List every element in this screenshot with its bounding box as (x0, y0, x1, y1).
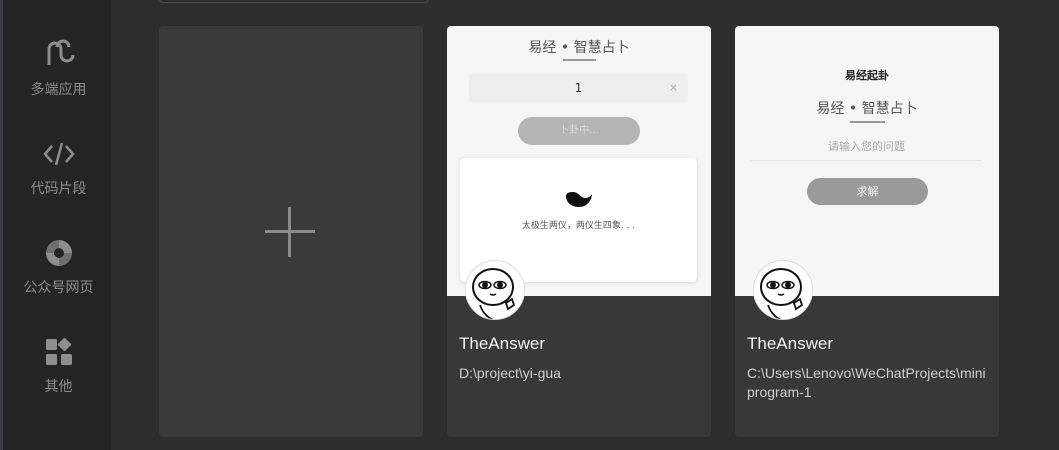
avatar-face-icon (760, 268, 804, 319)
code-icon (42, 142, 75, 166)
preview-title: 易经 • 智慧占卜 (528, 40, 630, 56)
plus-icon (265, 207, 315, 257)
clear-icon: × (668, 81, 678, 94)
avatar (753, 260, 813, 320)
preview-title: 易经 • 智慧占卜 (816, 101, 918, 117)
title-underline (563, 59, 596, 61)
sidebar-item-other[interactable]: 其他 (3, 335, 114, 396)
preview-question-input: 请输入您的问题 (751, 138, 982, 161)
sidebar-item-label: 多端应用 (30, 82, 87, 98)
project-path: D:\project\yi-gua (459, 365, 561, 381)
preview-input: 1 × (469, 74, 688, 102)
preview-heading: 易经起卦 (845, 69, 889, 82)
preview-input-value: 1 (574, 81, 583, 95)
link-icon (47, 39, 74, 65)
grid-icon (45, 337, 72, 365)
preview-solve-button: 求解 (807, 178, 928, 205)
project-preview: 易经起卦 易经 • 智慧占卜 请输入您的问题 求解 (735, 26, 999, 296)
sidebar-item-label: 公众号网页 (23, 280, 94, 296)
preview-result-text: 太极生两仪，两仪生四象. . . (521, 221, 636, 231)
sidebar-item-multi-platform[interactable]: 多端应用 (3, 38, 114, 99)
sidebar-item-label: 代码片段 (30, 181, 87, 197)
project-name: TheAnswer (459, 334, 545, 353)
avatar (465, 260, 525, 320)
sidebar: 多端应用 代码片段 公众号网页 其他 (0, 0, 111, 450)
project-name: TheAnswer (747, 334, 833, 353)
preview-button: 卜卦中... (518, 117, 640, 145)
project-card[interactable]: 易经起卦 易经 • 智慧占卜 请输入您的问题 求解 TheAnswer C:\U… (735, 26, 999, 437)
project-path: C:\Users\Lenovo\WeChatProjects\miniprogr… (747, 365, 986, 400)
search-input[interactable] (159, 0, 429, 3)
avatar-face-icon (472, 268, 516, 319)
sidebar-item-code-snippets[interactable]: 代码片段 (3, 137, 114, 198)
sidebar-item-label: 其他 (44, 379, 73, 395)
project-card[interactable]: 易经 • 智慧占卜 1 × 卜卦中... 太极生两仪，两仪生四象. . . Th… (447, 26, 711, 437)
swirl-icon (45, 240, 72, 266)
sidebar-item-official-account[interactable]: 公众号网页 (3, 236, 114, 297)
yin-yang-icon (566, 192, 592, 207)
title-underline (850, 121, 885, 123)
new-project-card[interactable] (159, 26, 423, 437)
main-content: 易经 • 智慧占卜 1 × 卜卦中... 太极生两仪，两仪生四象. . . Th… (111, 0, 1059, 450)
project-preview: 易经 • 智慧占卜 1 × 卜卦中... 太极生两仪，两仪生四象. . . (447, 26, 711, 296)
